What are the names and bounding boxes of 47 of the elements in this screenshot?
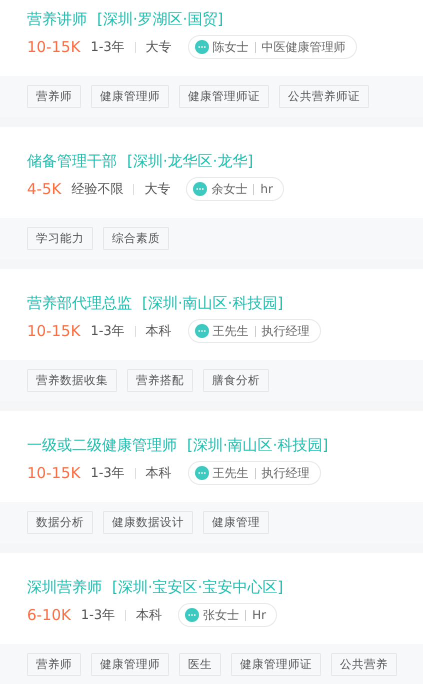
skill-tag: 数据分析: [27, 511, 93, 534]
education: 本科: [146, 465, 172, 482]
education: 大专: [146, 39, 172, 56]
skill-tag: 学习能力: [27, 227, 93, 250]
chat-icon: [193, 182, 208, 196]
salary: 4-5K: [27, 180, 62, 198]
contact-badge[interactable]: 王先生 执行经理: [188, 319, 321, 343]
contact-badge[interactable]: 王先生 执行经理: [188, 461, 321, 485]
salary: 6-10K: [27, 606, 71, 624]
skill-tag: 膳食分析: [203, 369, 269, 392]
salary: 10-15K: [27, 322, 80, 340]
job-location: [深圳·宝安区·宝安中心区]: [112, 578, 284, 597]
job-location: [深圳·龙华区·龙华]: [127, 152, 254, 171]
education: 大专: [144, 181, 170, 198]
skill-tag: 营养数据收集: [27, 369, 117, 392]
education: 本科: [146, 323, 172, 340]
skill-tag: 营养搭配: [127, 369, 193, 392]
chat-icon: [194, 40, 209, 54]
skill-tag: 公共营养: [331, 653, 397, 676]
chat-icon: [185, 608, 200, 622]
skill-tag: 健康管理师: [91, 653, 169, 676]
chat-icon: [194, 324, 209, 338]
skill-tag: 公共营养师证: [279, 85, 369, 108]
skill-tag: 医生: [179, 653, 221, 676]
experience: 1-3年: [90, 323, 125, 340]
experience: 1-3年: [90, 39, 125, 56]
skill-tag: 综合素质: [103, 227, 169, 250]
skill-tag: 营养师: [27, 653, 81, 676]
salary: 10-15K: [27, 464, 80, 482]
skill-tag: 健康管理: [203, 511, 269, 534]
contact-badge[interactable]: 余女士 hr: [186, 177, 284, 201]
skill-tag: 营养师: [27, 85, 81, 108]
experience: 1-3年: [90, 465, 125, 482]
skill-tag: 健康管理师证: [179, 85, 269, 108]
skill-tag: 健康数据设计: [103, 511, 193, 534]
contact-badge[interactable]: 张女士 Hr: [178, 603, 278, 627]
chat-icon: [194, 466, 209, 480]
contact-badge[interactable]: 陈女士 中医健康管理师: [188, 35, 357, 59]
salary: 10-15K: [27, 38, 80, 56]
experience: 1-3年: [80, 607, 116, 624]
job-location: [深圳·南山区·科技园]: [187, 436, 328, 455]
education: 本科: [136, 607, 162, 624]
skill-tag: 健康管理师: [91, 85, 169, 108]
job-location: [深圳·南山区·科技园]: [142, 294, 284, 313]
skill-tag: 健康管理师证: [231, 653, 321, 676]
experience: 经验不限: [71, 181, 124, 198]
job-location: [深圳·罗湖区·国贸]: [97, 10, 224, 29]
